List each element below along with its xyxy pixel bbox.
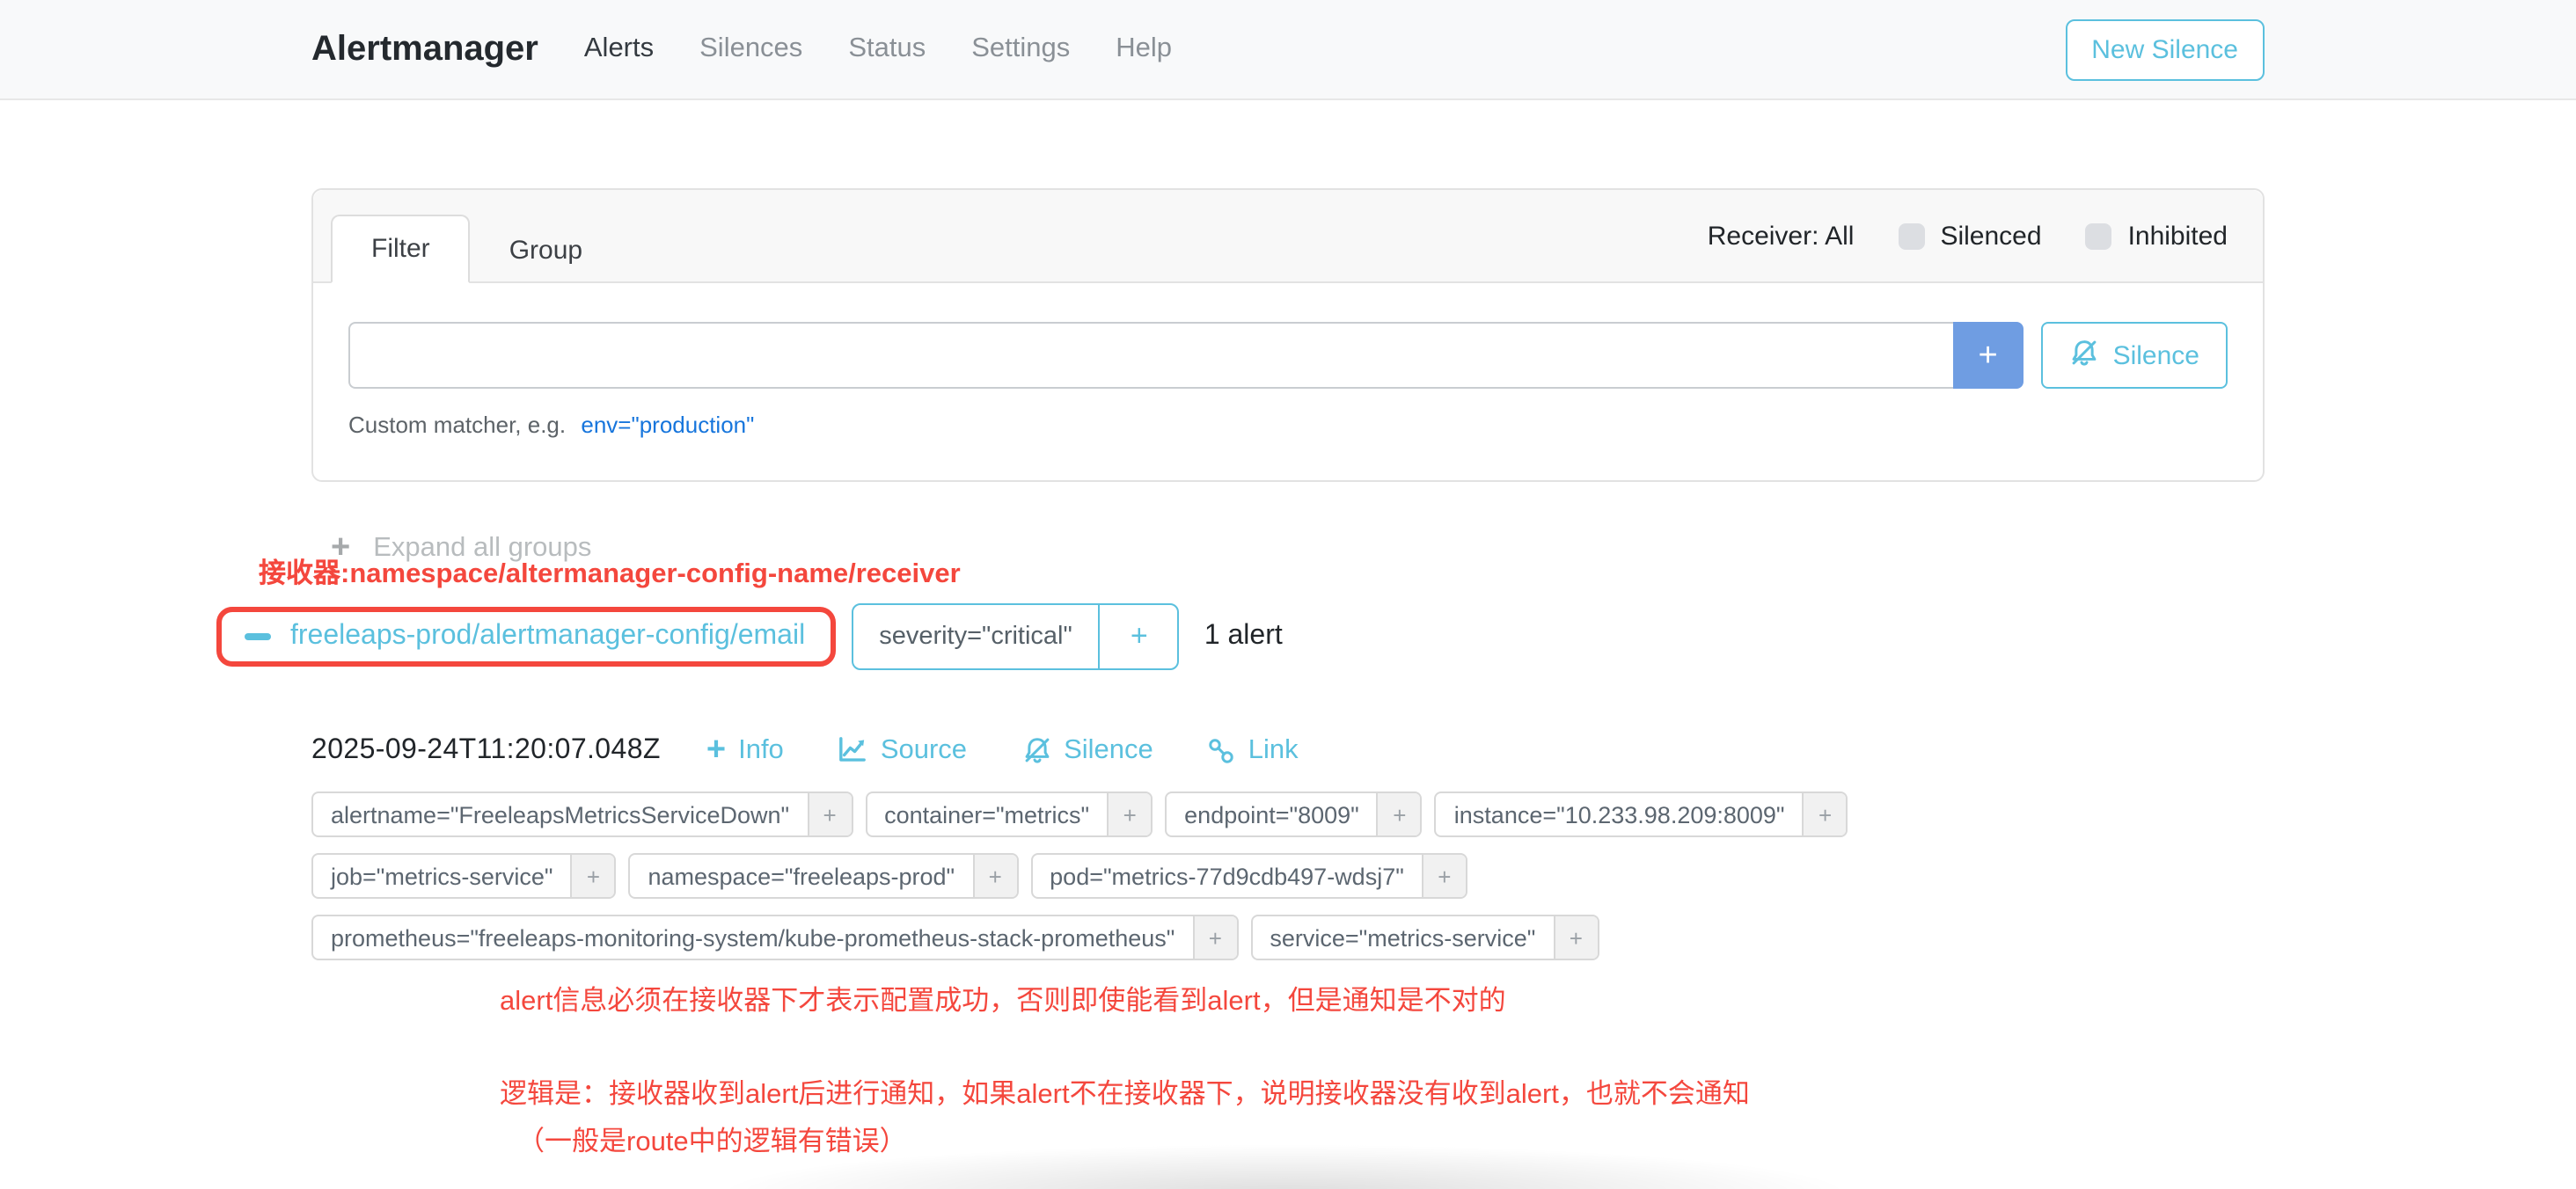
- filter-panel-header: Filter Group Receiver: All Silenced Inhi…: [313, 190, 2263, 283]
- alert-groups: + Expand all groups 接收器:namespace/alterm…: [311, 531, 2265, 1159]
- alert-label-text: prometheus="freeleaps-monitoring-system/…: [313, 916, 1192, 959]
- silenced-checkbox[interactable]: [1898, 222, 1924, 249]
- alert-label-text: namespace="freeleaps-prod": [631, 855, 973, 897]
- matcher-input[interactable]: [348, 322, 1953, 389]
- alert-label-text: pod="metrics-77d9cdb497-wdsj7": [1032, 855, 1422, 897]
- silenced-label: Silenced: [1940, 221, 2041, 251]
- tab-filter[interactable]: Filter: [331, 215, 471, 283]
- minus-icon: [245, 633, 271, 640]
- filter-panel-body: + Silence Custom matcher, e.g.: [313, 283, 2263, 480]
- silence-filter-button[interactable]: Silence: [2041, 322, 2228, 389]
- alert-label: alertname="FreeleapsMetricsServiceDown"+: [311, 791, 853, 837]
- alert-label: instance="10.233.98.209:8009"+: [1435, 791, 1848, 837]
- nav-item-settings[interactable]: Settings: [971, 33, 1070, 65]
- annotation-note-1: alert信息必须在接收器下才表示配置成功，否则即使能看到alert，但是通知是…: [500, 980, 2265, 1018]
- plus-icon: +: [706, 733, 726, 767]
- alert-label: prometheus="freeleaps-monitoring-system/…: [311, 915, 1238, 960]
- annotation-receiver-note: 接收器:namespace/altermanager-config-name/r…: [259, 552, 961, 591]
- nav-items: Alerts Silences Status Settings Help: [584, 33, 1172, 65]
- matcher-hint-text: Custom matcher, e.g.: [348, 412, 566, 438]
- alert-count: 1 alert: [1204, 621, 1283, 653]
- alert-label-row: alertname="FreeleapsMetricsServiceDown"+…: [311, 791, 2265, 837]
- bell-slash-icon: [2069, 337, 2099, 374]
- link-icon: [1208, 736, 1236, 764]
- group-matcher: severity="critical" +: [851, 603, 1180, 670]
- group-matcher-add-button[interactable]: +: [1099, 605, 1178, 668]
- add-filter-plus-button[interactable]: +: [972, 855, 1016, 897]
- receiver-dropdown[interactable]: Receiver: All: [1708, 221, 1855, 251]
- filter-panel: Filter Group Receiver: All Silenced Inhi…: [311, 188, 2265, 482]
- alert-label-text: alertname="FreeleapsMetricsServiceDown": [313, 793, 807, 835]
- add-filter-plus-button[interactable]: +: [1377, 793, 1421, 835]
- chart-icon: [838, 735, 868, 765]
- silence-filter-label: Silence: [2113, 340, 2199, 370]
- group-header-row: freeleaps-prod/alertmanager-config/email…: [311, 603, 2265, 670]
- new-silence-button[interactable]: New Silence: [2065, 18, 2265, 80]
- alert-label-text: service="metrics-service": [1252, 916, 1553, 959]
- group-receiver-button[interactable]: freeleaps-prod/alertmanager-config/email: [290, 621, 805, 653]
- nav-item-help[interactable]: Help: [1116, 33, 1172, 65]
- add-filter-plus-button[interactable]: +: [1422, 855, 1466, 897]
- add-filter-plus-button[interactable]: +: [807, 793, 851, 835]
- alert-label: container="metrics"+: [865, 791, 1153, 837]
- nav-item-alerts[interactable]: Alerts: [584, 33, 654, 65]
- group-matcher-label[interactable]: severity="critical": [853, 605, 1099, 668]
- annotation-note-2: 逻辑是：接收器收到alert后进行通知，如果alert不在接收器下，说明接收器没…: [500, 1073, 2265, 1112]
- nav-item-status[interactable]: Status: [848, 33, 926, 65]
- inhibited-label: Inhibited: [2128, 221, 2228, 251]
- tab-group[interactable]: Group: [471, 218, 621, 283]
- add-filter-plus-button[interactable]: +: [1192, 916, 1236, 959]
- annotation-note-3: （一般是route中的逻辑有错误）: [517, 1120, 2265, 1159]
- filter-tabs: Filter Group: [331, 190, 621, 281]
- page: Alertmanager Alerts Silences Status Setting…: [0, 0, 2576, 1184]
- alert-action-silence[interactable]: Silence: [1021, 734, 1153, 766]
- nav-item-silences[interactable]: Silences: [699, 33, 802, 65]
- alert-label-text: endpoint="8009": [1167, 793, 1377, 835]
- alert-label-row: job="metrics-service"+namespace="freelea…: [311, 853, 2265, 899]
- alert-action-link[interactable]: Link: [1208, 734, 1299, 766]
- alert-labels: alertname="FreeleapsMetricsServiceDown"+…: [311, 791, 2265, 960]
- alert-label-text: job="metrics-service": [313, 855, 571, 897]
- inhibited-checkbox[interactable]: [2086, 222, 2112, 249]
- alert-label-text: instance="10.233.98.209:8009": [1437, 793, 1803, 835]
- app-brand: Alertmanager: [311, 29, 538, 69]
- alert-label-row: prometheus="freeleaps-monitoring-system/…: [311, 915, 2265, 960]
- alert-action-info[interactable]: +Info: [706, 733, 784, 767]
- alert-header-row: 2025-09-24T11:20:07.048Z +Info Source Sile…: [311, 733, 2265, 767]
- alert-actions: +Info Source Silence Link: [706, 733, 1299, 767]
- alert-timestamp: 2025-09-24T11:20:07.048Z: [311, 734, 661, 766]
- add-matcher-button[interactable]: +: [1953, 322, 2023, 389]
- matcher-hint-example-link[interactable]: env="production": [581, 412, 754, 438]
- alert-label-text: container="metrics": [867, 793, 1107, 835]
- annotation-red-box: freeleaps-prod/alertmanager-config/email: [216, 607, 835, 667]
- alert-action-source[interactable]: Source: [838, 734, 967, 766]
- alert-label: pod="metrics-77d9cdb497-wdsj7"+: [1030, 853, 1467, 899]
- alert-label: job="metrics-service"+: [311, 853, 617, 899]
- add-filter-plus-button[interactable]: +: [1553, 916, 1597, 959]
- alert-label: service="metrics-service"+: [1250, 915, 1599, 960]
- alert-label: endpoint="8009"+: [1165, 791, 1423, 837]
- add-filter-plus-button[interactable]: +: [571, 855, 615, 897]
- add-filter-plus-button[interactable]: +: [1107, 793, 1151, 835]
- top-nav: Alertmanager Alerts Silences Status Setting…: [0, 0, 2576, 100]
- alert-label: namespace="freeleaps-prod"+: [629, 853, 1019, 899]
- bell-slash-icon: [1021, 735, 1051, 765]
- add-filter-plus-button[interactable]: +: [1803, 793, 1847, 835]
